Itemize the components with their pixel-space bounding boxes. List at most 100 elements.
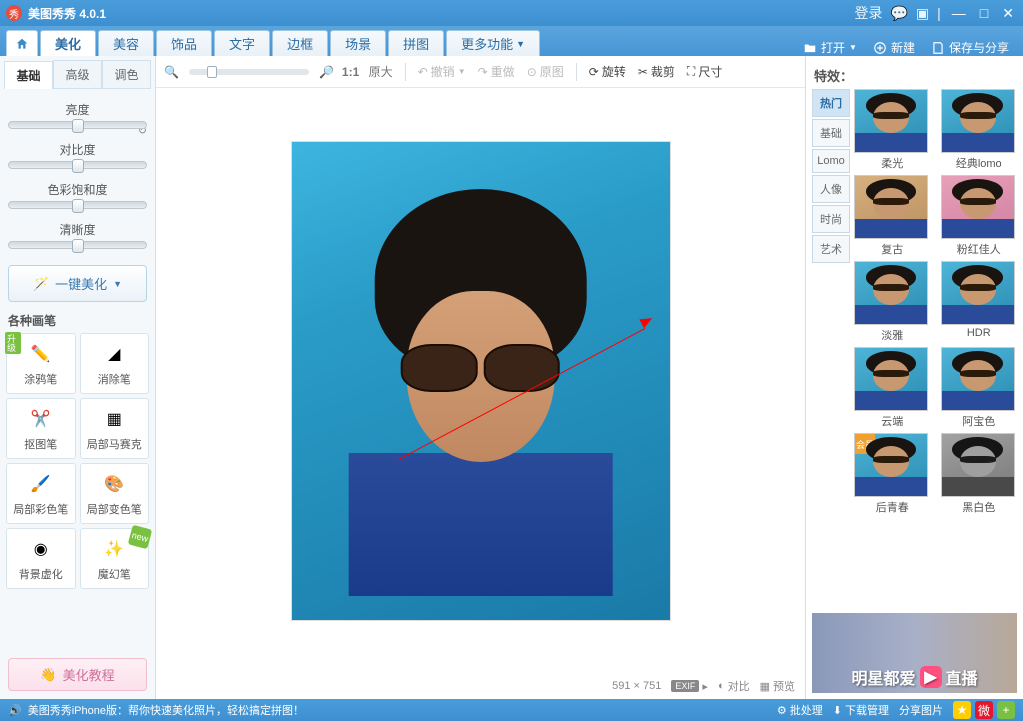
effect-item[interactable]: HDR bbox=[941, 261, 1018, 343]
brightness-label: 亮度 bbox=[8, 101, 147, 118]
effect-label: 黑白色 bbox=[941, 499, 1018, 515]
tab-beautify[interactable]: 美化 bbox=[40, 30, 96, 56]
brush-erase[interactable]: ◢消除笔 bbox=[80, 333, 150, 394]
share-link[interactable]: 分享图片 bbox=[899, 702, 943, 718]
brush-doodle[interactable]: 升级✏️涂鸦笔 bbox=[6, 333, 76, 394]
chevron-down-icon: ▼ bbox=[516, 39, 525, 49]
feedback-icon[interactable]: 💬 bbox=[890, 5, 907, 22]
slider-thumb[interactable] bbox=[72, 239, 84, 253]
home-button[interactable] bbox=[6, 30, 38, 56]
saturation-slider[interactable] bbox=[8, 201, 147, 209]
effect-thumb bbox=[941, 433, 1015, 497]
effect-item[interactable]: 经典lomo bbox=[941, 89, 1018, 171]
eraser-icon: ◢ bbox=[100, 340, 128, 368]
zoom-slider[interactable] bbox=[189, 69, 309, 75]
canvas-toolbar: 🔍 🔎 1:1 原大 ↶撤销▼ ↷重做 ⊙原图 ⟳旋转 ✂裁剪 ⛶尺寸 bbox=[156, 56, 805, 88]
effect-item[interactable]: 黑白色 bbox=[941, 433, 1018, 515]
save-share-button[interactable]: 保存与分享 bbox=[923, 39, 1017, 56]
cat-hot[interactable]: 热门 bbox=[812, 89, 850, 117]
cat-lomo[interactable]: Lomo bbox=[812, 149, 850, 173]
promo-banner[interactable]: 明星都爱 ▶ 直播 bbox=[812, 613, 1017, 693]
effect-thumb bbox=[941, 261, 1015, 325]
effect-thumb bbox=[854, 89, 928, 153]
effect-thumb bbox=[941, 175, 1015, 239]
tab-accessory[interactable]: 饰品 bbox=[156, 30, 212, 56]
slider-thumb[interactable] bbox=[207, 66, 217, 78]
cat-portrait[interactable]: 人像 bbox=[812, 175, 850, 203]
subtab-basic[interactable]: 基础 bbox=[4, 61, 53, 89]
sharpness-label: 清晰度 bbox=[8, 221, 147, 238]
tab-more[interactable]: 更多功能▼ bbox=[446, 30, 540, 56]
tab-text[interactable]: 文字 bbox=[214, 30, 270, 56]
tab-scene[interactable]: 场景 bbox=[330, 30, 386, 56]
redo-button[interactable]: ↷重做 bbox=[474, 63, 519, 80]
compare-button[interactable]: ◐对比 bbox=[718, 678, 750, 694]
cat-art[interactable]: 艺术 bbox=[812, 235, 850, 263]
brush-magic[interactable]: new✨魔幻笔 bbox=[80, 528, 150, 589]
qzone-icon[interactable]: ★ bbox=[953, 701, 971, 719]
promo-text: 明星都爱 bbox=[851, 665, 915, 689]
one-click-beautify-button[interactable]: 🪄 一键美化 ▼ bbox=[8, 265, 147, 302]
skin-icon[interactable]: ▣ bbox=[916, 5, 929, 22]
tutorial-button[interactable]: 👋 美化教程 bbox=[8, 658, 147, 691]
weibo-icon[interactable]: 微 bbox=[975, 701, 993, 719]
effect-item[interactable]: 会员后青春 bbox=[854, 433, 931, 515]
download-link[interactable]: ⬇下载管理 bbox=[833, 702, 889, 718]
wand-icon: 🪄 bbox=[33, 276, 49, 292]
effect-item[interactable]: 柔光 bbox=[854, 89, 931, 171]
crop-button[interactable]: ✂裁剪 bbox=[634, 63, 679, 80]
cat-fashion[interactable]: 时尚 bbox=[812, 205, 850, 233]
brush-mosaic[interactable]: ▦局部马赛克 bbox=[80, 398, 150, 459]
preview-button[interactable]: ▦预览 bbox=[760, 678, 795, 694]
open-button[interactable]: 打开▼ bbox=[795, 39, 865, 56]
effect-item[interactable]: 复古 bbox=[854, 175, 931, 257]
brightness-slider[interactable] bbox=[8, 121, 147, 129]
effect-item[interactable]: 阿宝色 bbox=[941, 347, 1018, 429]
effect-item[interactable]: 云端 bbox=[854, 347, 931, 429]
brush-color[interactable]: 🖌️局部彩色笔 bbox=[6, 463, 76, 524]
slider-thumb[interactable] bbox=[72, 159, 84, 173]
brush-cutout[interactable]: ✂️抠图笔 bbox=[6, 398, 76, 459]
effect-item[interactable]: 粉红佳人 bbox=[941, 175, 1018, 257]
save-icon bbox=[931, 41, 945, 55]
photo-image bbox=[291, 141, 671, 621]
app-logo-icon: 秀 bbox=[6, 5, 22, 21]
slider-thumb[interactable] bbox=[72, 119, 84, 133]
close-button[interactable]: ✕ bbox=[999, 5, 1017, 22]
brush-recolor[interactable]: 🎨局部变色笔 bbox=[80, 463, 150, 524]
original-button[interactable]: ⊙原图 bbox=[523, 63, 568, 80]
canvas-content[interactable] bbox=[156, 88, 805, 673]
effect-thumb bbox=[854, 347, 928, 411]
login-link[interactable]: 登录 bbox=[854, 3, 882, 23]
effect-item[interactable]: 淡雅 bbox=[854, 261, 931, 343]
speaker-icon[interactable]: 🔊 bbox=[8, 704, 22, 717]
zoom-in-icon[interactable]: 🔎 bbox=[319, 65, 334, 79]
canvas-area: 🔍 🔎 1:1 原大 ↶撤销▼ ↷重做 ⊙原图 ⟳旋转 ✂裁剪 ⛶尺寸 bbox=[156, 56, 805, 699]
batch-link[interactable]: ⚙批处理 bbox=[777, 702, 823, 718]
contrast-slider[interactable] bbox=[8, 161, 147, 169]
slider-thumb[interactable] bbox=[72, 199, 84, 213]
minimize-button[interactable]: — bbox=[949, 5, 969, 21]
add-icon[interactable]: + bbox=[997, 701, 1015, 719]
sharpness-slider[interactable] bbox=[8, 241, 147, 249]
subtab-color[interactable]: 调色 bbox=[102, 60, 151, 88]
zoom-ratio[interactable]: 1:1 原大 bbox=[338, 63, 397, 80]
blur-icon: ◉ bbox=[27, 535, 55, 563]
exif-button[interactable]: EXIF▸ bbox=[671, 680, 708, 693]
undo-button[interactable]: ↶撤销▼ bbox=[414, 63, 470, 80]
tab-collage[interactable]: 拼图 bbox=[388, 30, 444, 56]
zoom-out-icon[interactable]: 🔍 bbox=[164, 65, 179, 79]
subtab-advanced[interactable]: 高级 bbox=[53, 60, 102, 88]
new-button[interactable]: 新建 bbox=[865, 39, 923, 56]
app-title: 美图秀秀 4.0.1 bbox=[28, 5, 854, 22]
effect-label: 后青春 bbox=[854, 499, 931, 515]
brush-blur[interactable]: ◉背景虚化 bbox=[6, 528, 76, 589]
maximize-button[interactable]: □ bbox=[977, 5, 991, 21]
effect-thumb bbox=[941, 89, 1015, 153]
tab-cosmetic[interactable]: 美容 bbox=[98, 30, 154, 56]
recolor-icon: 🎨 bbox=[100, 470, 128, 498]
size-button[interactable]: ⛶尺寸 bbox=[683, 63, 726, 80]
rotate-button[interactable]: ⟳旋转 bbox=[585, 63, 630, 80]
cat-basic[interactable]: 基础 bbox=[812, 119, 850, 147]
tab-frame[interactable]: 边框 bbox=[272, 30, 328, 56]
